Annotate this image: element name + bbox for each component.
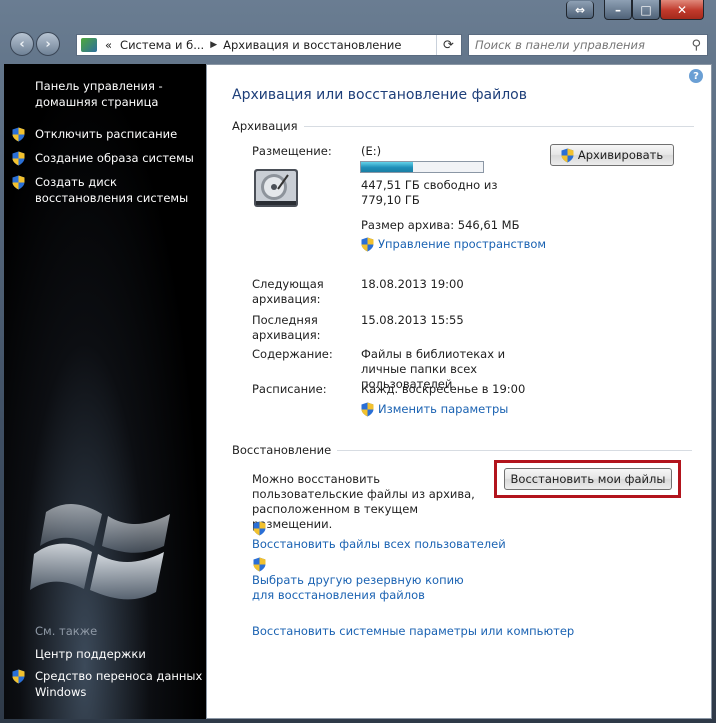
resize-button[interactable]: ⇔ bbox=[566, 1, 594, 19]
sidebar-item-label: Создать диск восстановления системы bbox=[35, 175, 189, 205]
last-backup-label: Последняя архивация: bbox=[252, 313, 321, 342]
sidebar-link-action-center[interactable]: Центр поддержки bbox=[35, 646, 146, 662]
explorer-window: ⇔ – □ ✕ ‹ › « Система и б... ▶ Архивация… bbox=[0, 0, 716, 723]
sidebar: Панель управления - домашняя страница От… bbox=[4, 64, 206, 719]
change-settings-link[interactable]: Изменить параметры bbox=[361, 402, 508, 417]
manage-space-label: Управление пространством bbox=[378, 237, 547, 251]
select-other-backup-link[interactable]: Выбрать другую резервную копию для восст… bbox=[252, 573, 482, 603]
uac-shield-icon bbox=[12, 175, 25, 190]
next-backup-value: 18.08.2013 19:00 bbox=[361, 277, 464, 291]
backup-section-title: Архивация bbox=[232, 119, 298, 133]
location-value: (E:) bbox=[361, 144, 382, 158]
contents-label: Содержание: bbox=[252, 347, 333, 361]
disk-usage-bar bbox=[360, 161, 484, 173]
archive-size-text: Размер архива: 546,61 МБ bbox=[361, 218, 520, 232]
back-arrow-icon[interactable]: ‹ bbox=[10, 32, 34, 56]
search-icon[interactable]: ⚲ bbox=[691, 38, 701, 53]
refresh-icon[interactable]: ⟳ bbox=[436, 35, 460, 55]
restore-section-header: Восстановление bbox=[232, 443, 693, 457]
schedule-value: Кажд. воскресенье в 19:00 bbox=[361, 382, 526, 396]
sidebar-item-create-image[interactable]: Создание образа системы bbox=[12, 150, 203, 166]
uac-shield-icon bbox=[253, 521, 266, 536]
free-space-text: 447,51 ГБ свободно из 779,10 ГБ bbox=[361, 178, 498, 207]
hard-drive-icon bbox=[254, 169, 298, 207]
uac-shield-icon bbox=[12, 127, 25, 142]
uac-shield-icon bbox=[561, 148, 574, 163]
main-content: ? Архивация или восстановление файлов Ар… bbox=[206, 64, 712, 719]
restore-all-users-link[interactable]: Восстановить файлы всех пользователей bbox=[252, 537, 506, 552]
last-backup-value: 15.08.2013 15:55 bbox=[361, 313, 464, 327]
restore-button-highlight: Восстановить мои файлы bbox=[494, 460, 681, 498]
uac-shield-icon bbox=[361, 237, 374, 252]
sidebar-link-easy-transfer[interactable]: Средство переноса данных Windows bbox=[12, 668, 203, 700]
control-panel-icon bbox=[81, 38, 97, 52]
breadcrumb-system[interactable]: Система и б... bbox=[116, 38, 208, 52]
restore-system-link[interactable]: Восстановить системные параметры или ком… bbox=[252, 624, 574, 639]
minimize-button[interactable]: – bbox=[604, 0, 632, 20]
search-box[interactable]: ⚲ bbox=[468, 34, 708, 56]
restore-my-files-button[interactable]: Восстановить мои файлы bbox=[504, 468, 672, 490]
sidebar-item-label: Отключить расписание bbox=[35, 127, 178, 141]
change-settings-label: Изменить параметры bbox=[378, 402, 509, 416]
address-overflow[interactable]: « bbox=[101, 38, 116, 52]
see-also-heading: См. также bbox=[35, 624, 98, 638]
uac-shield-icon bbox=[361, 402, 374, 417]
uac-shield-icon bbox=[12, 669, 25, 684]
location-label: Размещение: bbox=[252, 144, 332, 158]
restore-section-title: Восстановление bbox=[232, 443, 332, 457]
manage-space-link[interactable]: Управление пространством bbox=[361, 237, 546, 252]
address-bar[interactable]: « Система и б... ▶ Архивация и восстанов… bbox=[76, 34, 462, 56]
close-button[interactable]: ✕ bbox=[660, 0, 704, 20]
restore-description: Можно восстановить пользовательские файл… bbox=[252, 472, 475, 531]
breadcrumb-backup[interactable]: Архивация и восстановление bbox=[219, 38, 405, 52]
search-input[interactable] bbox=[475, 38, 692, 52]
forward-arrow-icon[interactable]: › bbox=[36, 32, 60, 56]
navigation-bar: ‹ › « Система и б... ▶ Архивация и восст… bbox=[0, 30, 716, 60]
schedule-label: Расписание: bbox=[252, 382, 327, 396]
uac-shield-icon bbox=[253, 557, 266, 572]
uac-shield-icon bbox=[12, 151, 25, 166]
disk-usage-fill bbox=[361, 162, 414, 172]
sidebar-home-link[interactable]: Панель управления - домашняя страница bbox=[35, 78, 195, 110]
sidebar-item-label: Средство переноса данных Windows bbox=[35, 669, 203, 699]
section-divider bbox=[303, 125, 694, 127]
page-title: Архивация или восстановление файлов bbox=[232, 87, 527, 103]
breadcrumb-separator-icon[interactable]: ▶ bbox=[208, 40, 219, 50]
next-backup-label: Следующая архивация: bbox=[252, 277, 324, 306]
section-divider bbox=[337, 449, 693, 451]
backup-now-label: Архивировать bbox=[577, 148, 664, 162]
help-icon[interactable]: ? bbox=[689, 69, 703, 83]
windows-logo-icon bbox=[30, 503, 170, 600]
backup-now-button[interactable]: Архивировать bbox=[550, 144, 674, 166]
maximize-button[interactable]: □ bbox=[632, 0, 660, 20]
backup-section-header: Архивация bbox=[232, 119, 694, 133]
title-bar: ⇔ – □ ✕ bbox=[0, 0, 716, 26]
sidebar-item-label: Создание образа системы bbox=[35, 151, 194, 165]
sidebar-item-recovery-disc[interactable]: Создать диск восстановления системы bbox=[12, 174, 203, 206]
sidebar-item-disable-schedule[interactable]: Отключить расписание bbox=[12, 126, 203, 142]
